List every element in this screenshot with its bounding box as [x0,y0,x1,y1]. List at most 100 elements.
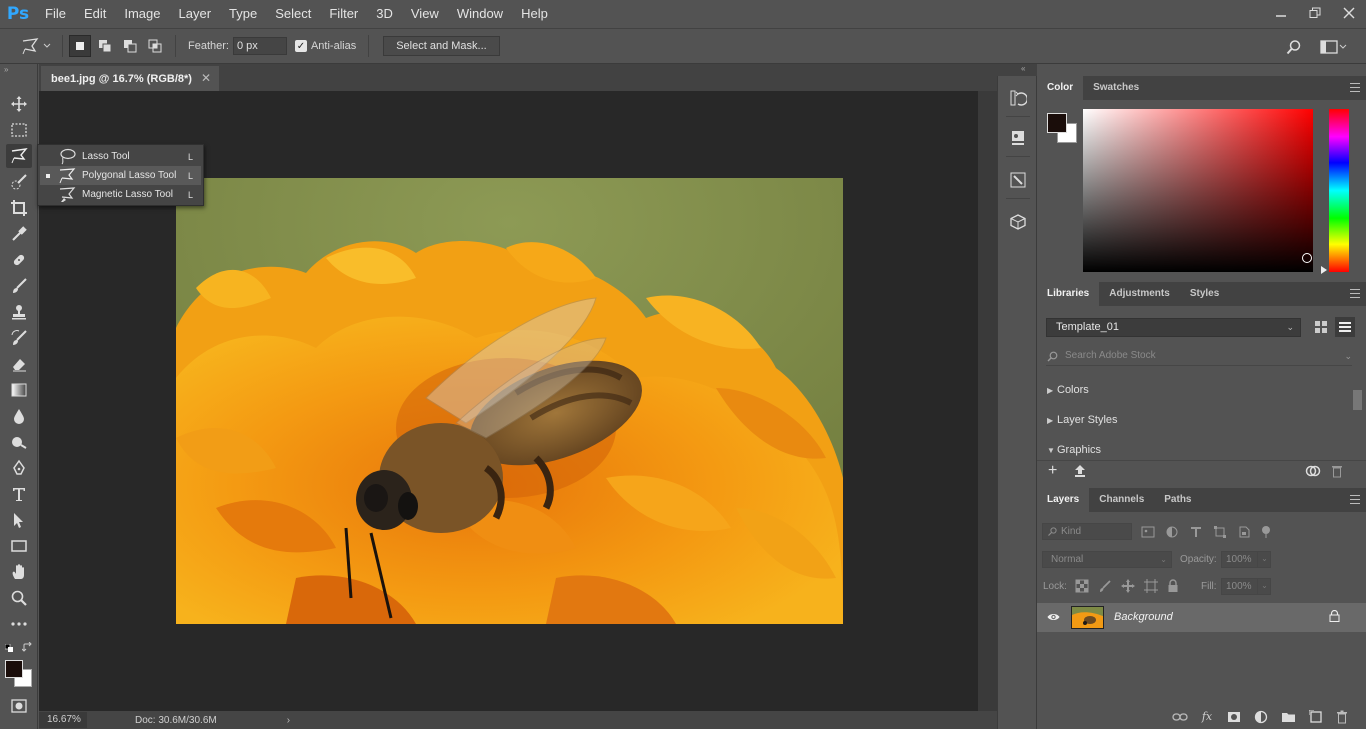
chevron-right-icon[interactable]: › [287,715,290,726]
flyout-item-polygonal-lasso[interactable]: Polygonal Lasso Tool L [40,166,201,185]
library-scrollbar[interactable] [1350,376,1364,458]
history-panel-icon[interactable] [1006,86,1030,110]
fx-icon[interactable]: fx [1199,710,1215,724]
trash-icon[interactable] [1331,464,1343,478]
rectangle-tool-icon[interactable] [6,534,32,558]
path-selection-tool-icon[interactable] [6,508,32,532]
creative-cloud-icon[interactable] [1305,464,1321,478]
menu-help[interactable]: Help [512,0,557,28]
tab-styles[interactable]: Styles [1180,282,1229,306]
quick-mask-icon[interactable] [6,694,32,718]
flyout-item-magnetic-lasso[interactable]: Magnetic Lasso Tool L [40,185,201,204]
menu-file[interactable]: File [36,0,75,28]
fill-input[interactable]: 100% ⌄ [1221,578,1271,595]
menu-layer[interactable]: Layer [170,0,221,28]
panel-menu-icon[interactable] [1350,495,1360,504]
link-icon[interactable] [1172,710,1188,724]
pixel-layer-filter-icon[interactable] [1141,525,1155,539]
document-image[interactable] [176,178,843,624]
add-to-selection-button[interactable] [94,35,116,57]
3d-panel-icon[interactable] [1006,210,1030,234]
search-icon[interactable] [1282,39,1306,55]
tab-adjustments[interactable]: Adjustments [1099,282,1180,306]
workspace-switcher[interactable] [1320,40,1348,54]
opacity-input[interactable]: 100% ⌄ [1221,551,1271,568]
tab-color[interactable]: Color [1037,76,1084,100]
move-tool-icon[interactable] [6,92,32,116]
more-tools-icon[interactable] [6,612,32,636]
select-and-mask-button[interactable]: Select and Mask... [383,36,500,56]
panel-menu-icon[interactable] [1350,289,1360,298]
feather-input[interactable] [232,37,287,55]
zoom-level-field[interactable]: 16.67% [39,712,87,728]
mask-icon[interactable] [1226,710,1242,724]
grid-view-icon[interactable] [1313,319,1329,335]
tab-layers[interactable]: Layers [1037,488,1090,512]
menu-image[interactable]: Image [115,0,169,28]
menu-select[interactable]: Select [266,0,320,28]
brush-tool-icon[interactable] [6,274,32,298]
lock-transparent-pixels-icon[interactable] [1075,579,1089,593]
polygonal-lasso-tool-icon[interactable] [6,144,32,168]
menu-filter[interactable]: Filter [320,0,367,28]
tab-channels[interactable]: Channels [1089,488,1154,512]
minimize-icon[interactable] [1264,0,1298,26]
foreground-color-swatch[interactable] [5,660,23,678]
library-select[interactable]: Template_01 ⌄ [1046,318,1301,337]
adjustment-layer-filter-icon[interactable] [1165,525,1179,539]
healing-brush-tool-icon[interactable] [6,248,32,272]
eyedropper-tool-icon[interactable] [6,222,32,246]
blur-tool-icon[interactable] [6,404,32,428]
menu-edit[interactable]: Edit [75,0,115,28]
new-selection-button[interactable] [69,35,91,57]
color-picker-field[interactable] [1083,109,1313,272]
menu-view[interactable]: View [402,0,448,28]
tool-preset-picker[interactable] [20,37,52,55]
subtract-from-selection-button[interactable] [119,35,141,57]
scrollbar-thumb[interactable] [1353,390,1362,410]
menu-type[interactable]: Type [220,0,266,28]
properties-panel-icon[interactable] [1006,126,1030,150]
hue-slider-handle[interactable] [1321,266,1327,274]
document-tab[interactable]: bee1.jpg @ 16.7% (RGB/8*) ✕ [41,66,219,91]
new-layer-icon[interactable] [1307,710,1323,724]
shape-layer-filter-icon[interactable] [1213,525,1227,539]
type-tool-icon[interactable] [6,482,32,506]
foreground-color-swatch[interactable] [1047,113,1067,133]
swap-colors-icon[interactable] [21,641,33,653]
pen-tool-icon[interactable] [6,456,32,480]
tab-swatches[interactable]: Swatches [1083,76,1149,100]
intersect-selection-button[interactable] [144,35,166,57]
tab-paths[interactable]: Paths [1154,488,1201,512]
default-colors-icon[interactable] [4,643,14,653]
menu-3d[interactable]: 3D [367,0,402,28]
color-picker-cursor[interactable] [1302,253,1312,263]
trash-icon[interactable] [1334,710,1350,724]
quick-selection-tool-icon[interactable] [6,170,32,194]
adjustment-icon[interactable] [1253,710,1269,724]
restore-icon[interactable] [1298,0,1332,26]
type-layer-filter-icon[interactable] [1189,525,1203,539]
library-section-colors[interactable]: ▶ Colors [1047,384,1089,396]
blend-mode-select[interactable]: Normal ⌄ [1042,551,1172,568]
crop-tool-icon[interactable] [6,196,32,220]
history-brush-tool-icon[interactable] [6,326,32,350]
zoom-tool-icon[interactable] [6,586,32,610]
layer-filter-kind-select[interactable]: Kind [1042,523,1132,540]
filter-toggle-icon[interactable] [1261,525,1271,539]
flyout-item-lasso[interactable]: Lasso Tool L [40,147,201,166]
hue-slider[interactable] [1329,109,1349,272]
add-content-icon[interactable]: + [1048,463,1057,479]
lock-position-icon[interactable] [1121,579,1135,593]
gradient-tool-icon[interactable] [6,378,32,402]
eraser-tool-icon[interactable] [6,352,32,376]
adobe-stock-search-input[interactable]: Search Adobe Stock ⌄ [1046,346,1352,366]
upload-icon[interactable] [1073,464,1087,478]
panel-menu-icon[interactable] [1350,83,1360,92]
tab-libraries[interactable]: Libraries [1037,282,1100,306]
brush-settings-panel-icon[interactable] [1006,168,1030,192]
lock-artboards-icon[interactable] [1144,579,1158,593]
clone-stamp-tool-icon[interactable] [6,300,32,324]
lock-all-icon[interactable] [1167,579,1179,593]
collapse-dock-icon[interactable]: « [1021,64,1025,73]
